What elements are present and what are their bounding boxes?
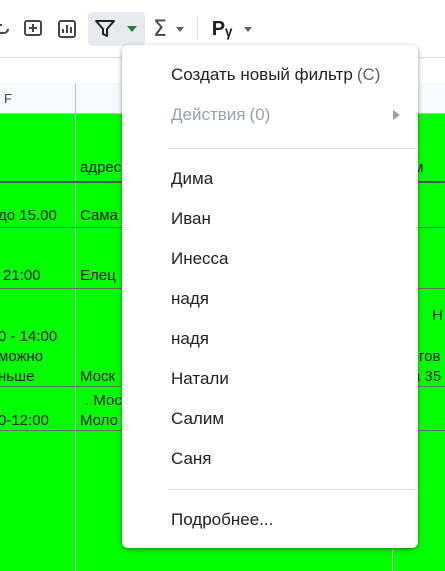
- cell[interactable]: ньше: [0, 367, 34, 387]
- functions-icon[interactable]: Σ: [150, 14, 170, 44]
- menu-item-label: Подробнее...: [171, 510, 274, 529]
- cell[interactable]: Сама: [80, 206, 118, 226]
- menu-item-filter-view[interactable]: Иван: [122, 199, 418, 239]
- functions-caret-icon[interactable]: [172, 14, 188, 44]
- cell[interactable]: до 15.00: [0, 206, 57, 226]
- cell[interactable]: 0 - 14:00: [0, 327, 57, 347]
- menu-divider: [168, 489, 417, 490]
- menu-item-shortcut: (С): [356, 65, 381, 84]
- menu-item-filter-view[interactable]: Дима: [122, 159, 418, 199]
- cell[interactable]: 0-12:00: [0, 411, 49, 431]
- cell[interactable]: Моло: [80, 411, 118, 431]
- menu-item-filter-view[interactable]: Саня: [122, 439, 418, 479]
- input-tools-caret-icon[interactable]: [240, 14, 256, 44]
- filter-view-label: Иван: [171, 209, 211, 228]
- menu-item-filter-view[interactable]: Натали: [122, 359, 418, 399]
- filter-button[interactable]: [88, 12, 145, 46]
- menu-item-filter-view[interactable]: надя: [122, 319, 418, 359]
- filter-view-label: Саня: [171, 449, 212, 468]
- filter-view-label: Салим: [171, 409, 225, 428]
- grid-line: [75, 83, 76, 571]
- menu-item-filter-view[interactable]: Инесса: [122, 239, 418, 279]
- filter-dropdown-menu: Создать новый фильтр (С) Действия (0) Ди…: [122, 45, 418, 548]
- filter-caret-icon[interactable]: [124, 20, 140, 38]
- insert-chart-icon[interactable]: [54, 14, 80, 44]
- filter-view-label: надя: [171, 329, 209, 348]
- input-tools-button[interactable]: Pᵧ: [208, 14, 236, 44]
- cell[interactable]: гов: [419, 347, 440, 367]
- cell[interactable]: Елец: [80, 266, 116, 286]
- link-icon[interactable]: [0, 14, 14, 44]
- filter-view-label: Дима: [171, 169, 214, 188]
- menu-item-label: Создать новый фильтр: [171, 65, 353, 84]
- menu-item-actions: Действия (0): [122, 95, 418, 135]
- menu-item-filter-view[interactable]: Салим: [122, 399, 418, 439]
- toolbar-divider: [197, 16, 198, 40]
- menu-item-more[interactable]: Подробнее...: [122, 500, 418, 540]
- cell[interactable]: можно: [0, 347, 43, 367]
- column-header-f[interactable]: F: [4, 91, 12, 106]
- menu-item-label: Действия: [171, 105, 246, 124]
- filter-view-label: Натали: [171, 369, 229, 388]
- input-tools-label: Pᵧ: [211, 17, 233, 40]
- cell[interactable]: Н: [432, 306, 443, 326]
- menu-item-shortcut: (0): [249, 105, 271, 124]
- menu-divider: [168, 148, 417, 149]
- cell[interactable]: адрес: [80, 158, 121, 178]
- insert-comment-icon[interactable]: [20, 14, 46, 44]
- menu-item-create-filter[interactable]: Создать новый фильтр (С): [122, 55, 418, 95]
- filter-view-label: Инесса: [171, 249, 229, 268]
- cell[interactable]: Моск: [80, 367, 115, 387]
- menu-item-filter-view[interactable]: надя: [122, 279, 418, 319]
- filter-view-label: надя: [171, 289, 209, 308]
- filter-icon: [94, 18, 116, 45]
- submenu-arrow-icon: [393, 110, 400, 120]
- cell[interactable]: 21:00: [3, 266, 41, 286]
